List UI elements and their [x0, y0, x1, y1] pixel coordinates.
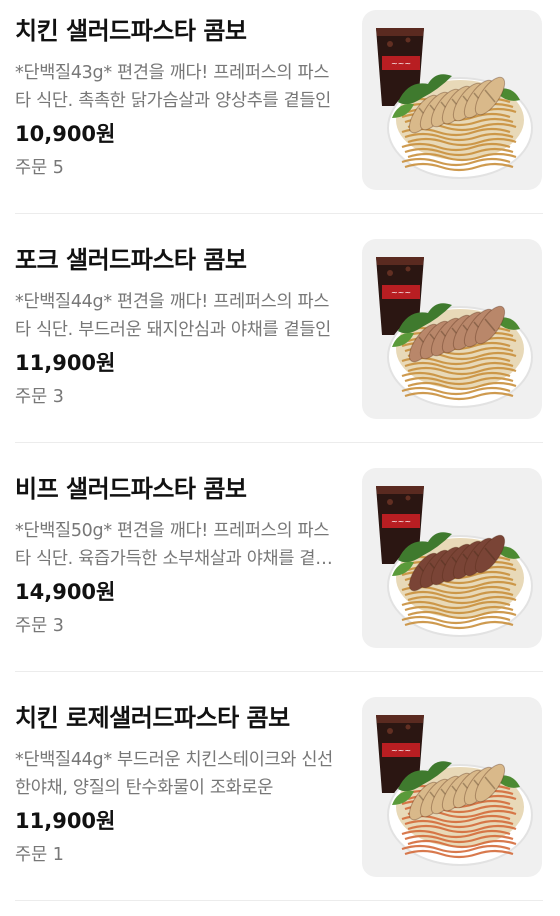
menu-item-price: 14,900원: [15, 580, 116, 604]
menu-item-description: *단백질50g* 편견을 깨다! 프레퍼스의 파스타 식단. 육즙가득한 소부채…: [15, 521, 331, 569]
menu-item-price: 10,900원: [15, 122, 116, 146]
menu-item-price: 11,900원: [15, 809, 116, 833]
salad-bowl: [387, 74, 533, 179]
food-illustration: ~~~: [376, 28, 533, 179]
menu-item-order-count: 주문 1: [15, 845, 64, 865]
menu-item-title: 치킨 로제샐러드파스타 콤보: [15, 704, 290, 732]
menu-item-image[interactable]: ~~~: [362, 468, 542, 648]
svg-text:~~~: ~~~: [391, 517, 411, 526]
menu-item[interactable]: 치킨 샐러드파스타 콤보 *단백질43g* 편견을 깨다! 프레퍼스의 파스타 …: [0, 0, 560, 229]
menu-item-image[interactable]: ~~~: [362, 697, 542, 877]
menu-item-text: 치킨 샐러드파스타 콤보 *단백질43g* 편견을 깨다! 프레퍼스의 파스타 …: [15, 14, 345, 181]
food-illustration: ~~~: [376, 257, 533, 408]
menu-item-description: *단백질44g* 편견을 깨다! 프레퍼스의 파스타 식단. 부드러운 돼지안심…: [15, 292, 331, 340]
svg-text:~~~: ~~~: [391, 59, 411, 68]
menu-item[interactable]: 비프 샐러드파스타 콤보 *단백질50g* 편견을 깨다! 프레퍼스의 파스타 …: [0, 458, 560, 687]
menu-item-price: 11,900원: [15, 351, 116, 375]
menu-item-title: 비프 샐러드파스타 콤보: [15, 475, 247, 503]
food-illustration: ~~~: [376, 486, 533, 637]
menu-item-title: 포크 샐러드파스타 콤보: [15, 246, 247, 274]
menu-item[interactable]: 포크 샐러드파스타 콤보 *단백질44g* 편견을 깨다! 프레퍼스의 파스타 …: [0, 229, 560, 458]
menu-item-image[interactable]: ~~~: [362, 10, 542, 190]
divider: [15, 213, 543, 214]
divider: [15, 900, 543, 901]
food-illustration: ~~~: [376, 715, 533, 866]
svg-text:~~~: ~~~: [391, 746, 411, 755]
menu-item-description: *단백질43g* 편견을 깨다! 프레퍼스의 파스타 식단. 촉촉한 닭가슴살과…: [15, 63, 331, 111]
menu-item-image[interactable]: ~~~: [362, 239, 542, 419]
menu-item-order-count: 주문 3: [15, 387, 64, 407]
menu-item-order-count: 주문 5: [15, 158, 64, 178]
menu-item-title: 치킨 샐러드파스타 콤보: [15, 17, 247, 45]
salad-bowl: [387, 532, 533, 637]
menu-item-order-count: 주문 3: [15, 616, 64, 636]
salad-bowl: [387, 303, 533, 408]
salad-bowl: [387, 761, 533, 866]
svg-text:~~~: ~~~: [391, 288, 411, 297]
menu-item-description: *단백질44g* 부드러운 치킨스테이크와 신선한야채, 양질의 탄수화물이 조…: [15, 750, 333, 798]
divider: [15, 671, 543, 672]
divider: [15, 442, 543, 443]
menu-item-text: 포크 샐러드파스타 콤보 *단백질44g* 편견을 깨다! 프레퍼스의 파스타 …: [15, 243, 345, 410]
menu-item[interactable]: 치킨 로제샐러드파스타 콤보 *단백질44g* 부드러운 치킨스테이크와 신선한…: [0, 687, 560, 916]
menu-item-text: 치킨 로제샐러드파스타 콤보 *단백질44g* 부드러운 치킨스테이크와 신선한…: [15, 701, 345, 868]
menu-item-text: 비프 샐러드파스타 콤보 *단백질50g* 편견을 깨다! 프레퍼스의 파스타 …: [15, 472, 345, 639]
